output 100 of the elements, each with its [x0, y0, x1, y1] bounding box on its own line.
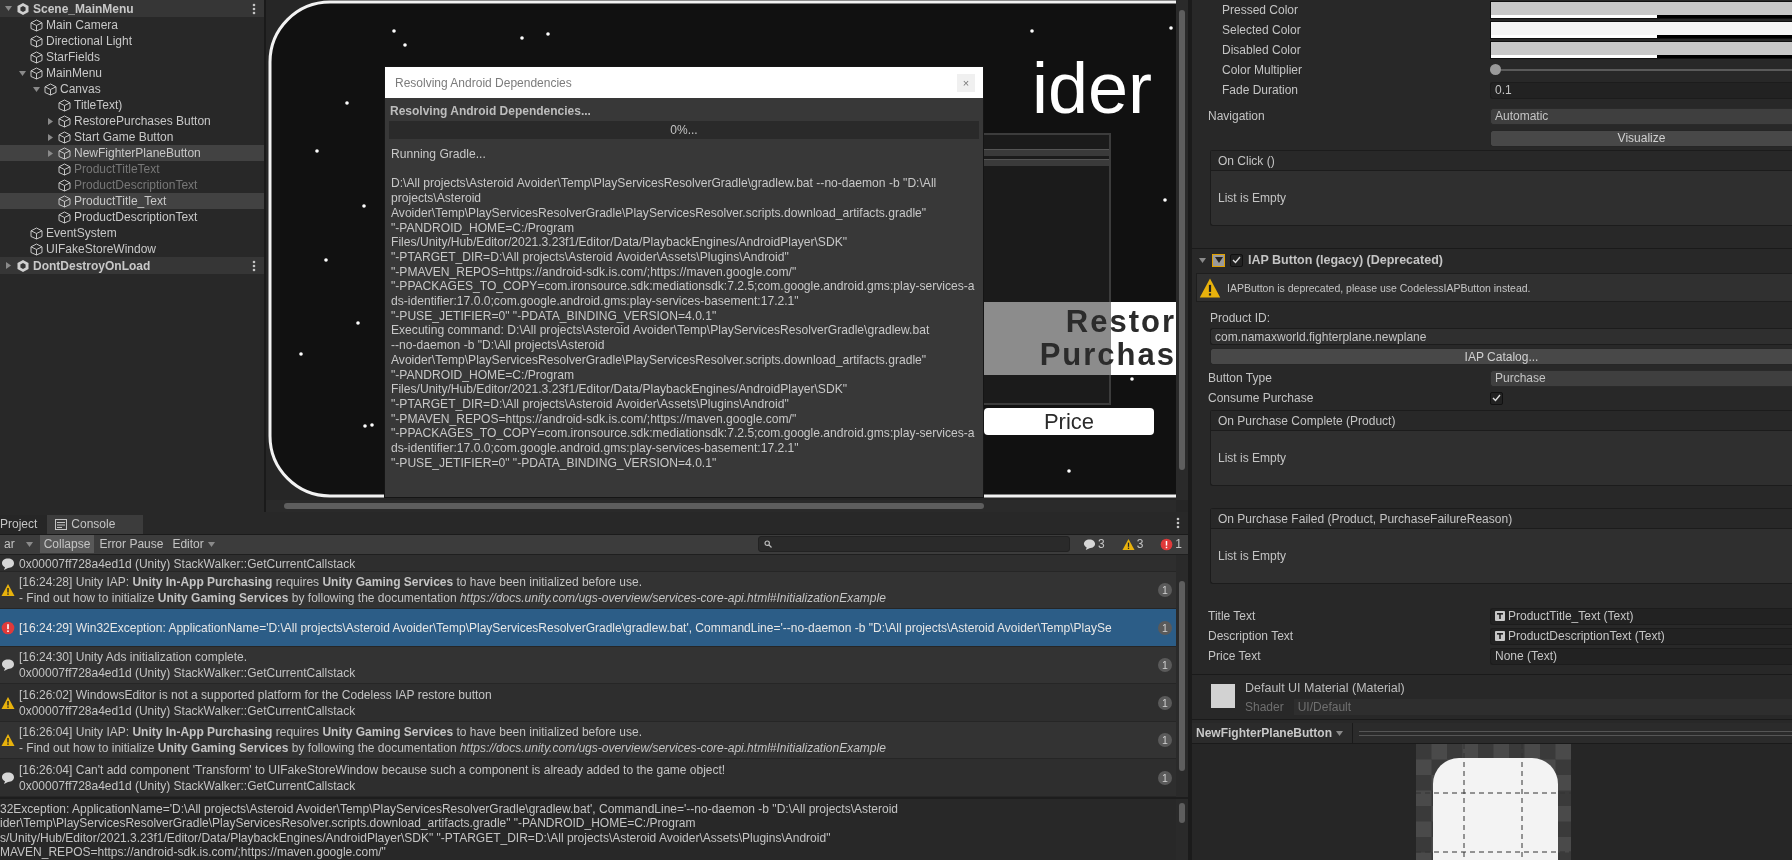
text-component-icon [1495, 611, 1505, 621]
close-button[interactable]: × [957, 73, 975, 92]
log-entry[interactable]: [16:26:02] WindowsEditor is not a supported platform for the Codeless IAP restore button 0x00007ff728a4ed1d (Unity) StackWalker::GetCurrentCallstack 1 [0, 684, 1176, 722]
caret-icon[interactable] [4, 261, 13, 270]
log-entry[interactable]: [16:24:30] Unity Ads initialization complete. 0x00007ff728a4ed1d (Unity) StackWalker::GetCurrentCallstack 1 [0, 646, 1176, 685]
star-dot [315, 149, 319, 153]
star-dot [370, 423, 374, 427]
field-label: Title Text [1208, 609, 1257, 623]
caret-icon[interactable] [46, 148, 55, 158]
scene-icon [16, 1, 30, 16]
field-label: Price Text [1208, 649, 1262, 663]
cube-icon [30, 226, 43, 240]
dropdown[interactable]: Automatic [1490, 107, 1792, 125]
cube-icon [58, 98, 71, 112]
tree-item[interactable]: RestorePurchases Button [0, 113, 264, 129]
tab[interactable]: Console [47, 514, 144, 534]
caret-icon[interactable] [32, 84, 41, 94]
log-detail: 0x00007ff728a4ed1d (Unity) StackWalker::GetCurrentCallstack [19, 778, 357, 793]
warning-icon [1, 583, 15, 598]
caret-icon[interactable] [206, 539, 216, 549]
tree-item[interactable]: Start Game Button [0, 129, 264, 145]
cube-icon [58, 178, 71, 192]
caret-icon[interactable] [24, 539, 34, 549]
caret-icon[interactable] [18, 68, 27, 78]
count-badge: 1 [1158, 658, 1172, 673]
tree-item[interactable]: MainMenu [0, 65, 264, 81]
count-badge: 1 [1158, 695, 1172, 710]
log-message: [16:26:02] WindowsEditor is not a supported platform for the Codeless IAP restore button [19, 687, 493, 702]
menu-icon[interactable] [252, 2, 256, 15]
tree-item[interactable]: ProductDescriptionText [0, 209, 264, 225]
error-icon [1160, 537, 1174, 551]
log-entry[interactable]: [16:26:04] Can't add component 'Transform' to UIFakeStoreWindow because such a component is already added to the game object! 0x00007ff728a4ed1d (Unity) StackWalker::GetCurrentCallstack 1 [0, 759, 1176, 797]
checkbox[interactable] [1230, 253, 1243, 267]
star-dot [324, 258, 328, 262]
inspector-button[interactable]: IAP Catalog... [1210, 348, 1792, 365]
scene-icon [16, 258, 30, 273]
tree-item[interactable]: Scene_MainMenu [0, 0, 264, 17]
tree-item[interactable]: DontDestroyOnLoad [0, 257, 264, 274]
scrollbar-thumb[interactable] [1179, 10, 1185, 470]
cube-icon [58, 130, 71, 144]
log-message: [16:26:04] Can't add component 'Transform' to UIFakeStoreWindow because such a component is already added to the game object! [19, 762, 727, 777]
stack-trace-text: s/Unity/Hub/Editor/2021.3.23f1/Editor/Data/PlaybackEngines/AndroidPlayer\SDK" "-PTARGET_DIR=D:\All projects\Asteroid Avoider\Assets\Plugins\Android" [0, 830, 832, 846]
tree-item[interactable]: StarFields [0, 49, 264, 65]
search-field[interactable] [757, 536, 1070, 553]
tree-item[interactable]: ProductTitle_Text [0, 193, 264, 209]
game-title: ider [1032, 52, 1153, 124]
star-dot [1067, 469, 1071, 473]
log-entry[interactable] [0, 721, 1176, 760]
dropdown[interactable]: Purchase [1490, 369, 1792, 387]
tree-item[interactable]: Main Camera [0, 17, 264, 33]
number-field[interactable]: 0.1 [1490, 81, 1792, 99]
field-label: Consume Purchase [1208, 391, 1315, 405]
scrollbar-thumb[interactable] [1179, 580, 1185, 771]
caret-icon[interactable] [4, 4, 13, 13]
star-dot [345, 101, 349, 105]
log-text: Running Gradle... [391, 147, 487, 162]
slider-thumb[interactable] [1490, 64, 1501, 75]
log-message: [16:24:29] Win32Exception: ApplicationName='D:\All projects\Asteroid Avoider\Temp\PlayServicesResolverGradle\gradlew.bat', CommandLine='--no-daemon -b "D:\All projects\Asteroid Avoider\Temp\PlaySe [19, 620, 1113, 635]
tree-item[interactable]: EventSystem [0, 225, 264, 241]
tree-item[interactable]: UIFakeStoreWindow [0, 241, 264, 257]
caret-icon[interactable] [1335, 728, 1344, 738]
tree-item[interactable]: Directional Light [0, 33, 264, 49]
star-dot [1130, 377, 1134, 381]
speech-bubble-icon [1, 770, 15, 785]
object-field[interactable]: None (Text) [1490, 647, 1792, 665]
cube-icon [58, 194, 71, 208]
star-dot [520, 36, 524, 40]
tree-item[interactable]: Canvas [0, 81, 264, 97]
color-field[interactable] [1490, 41, 1792, 59]
cube-icon [44, 82, 57, 96]
speech-bubble-icon [1, 658, 15, 673]
star-dot [299, 352, 303, 356]
caret-icon[interactable] [46, 116, 55, 126]
color-field[interactable] [1490, 1, 1792, 19]
menu-icon[interactable] [1176, 517, 1180, 529]
log-message: [16:24:28] Unity IAP: Unity In-App Purchasing requires Unity Gaming Services to have been initialized before use. [19, 575, 643, 590]
log-entry[interactable] [0, 571, 1176, 610]
log-entry[interactable]: [16:24:29] Win32Exception: ApplicationName='D:\All projects\Asteroid Avoider\Temp\PlayServicesResolverGradle\gradlew.bat', CommandLine='--no-daemon -b "D:\All projects\Asteroid Avoider\Temp\PlaySe 1 [0, 609, 1176, 647]
object-field[interactable]: ProductDescriptionText (Text) [1490, 627, 1792, 645]
caret-icon[interactable] [46, 132, 55, 142]
caret-icon[interactable] [1198, 255, 1207, 265]
scrollbar-thumb[interactable] [284, 503, 984, 509]
scrollbar-thumb[interactable] [1179, 802, 1185, 823]
tree-item[interactable]: TitleText) [0, 97, 264, 113]
toggle-button[interactable]: Collapse [39, 535, 95, 554]
menu-icon[interactable] [252, 259, 256, 272]
color-field[interactable] [1490, 21, 1792, 39]
tree-item[interactable]: NewFighterPlaneButton [0, 145, 264, 161]
object-field[interactable]: ProductTitle_Text (Text) [1490, 607, 1792, 625]
dialog-heading: Resolving Android Dependencies... [389, 103, 592, 120]
text-component-icon [1495, 631, 1505, 641]
material-swatch [1211, 684, 1235, 708]
text-field[interactable]: com.namaxworld.fighterplane.newplane [1210, 328, 1792, 345]
cube-icon [58, 146, 71, 160]
field-label: Product ID: [1210, 311, 1271, 325]
inspector-button[interactable]: Visualize [1490, 129, 1792, 147]
checkbox[interactable] [1490, 391, 1503, 405]
component-icon [1212, 253, 1225, 267]
log-message: [16:24:30] Unity Ads initialization complete. [19, 650, 249, 665]
warning-icon [1121, 537, 1135, 551]
